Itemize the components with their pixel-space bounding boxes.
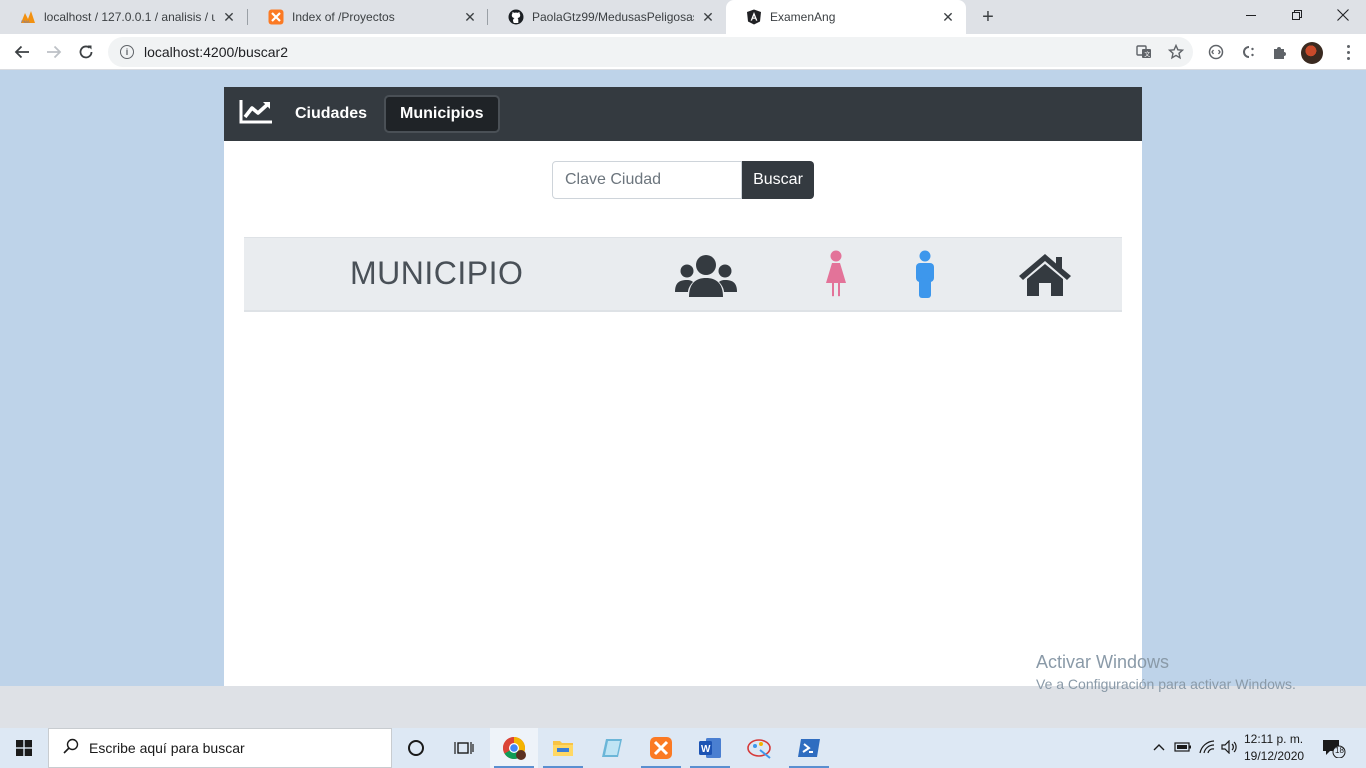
reload-button[interactable] <box>72 38 100 66</box>
male-icon <box>914 250 936 303</box>
xampp-icon <box>268 9 284 25</box>
github-icon <box>508 9 524 25</box>
word-icon[interactable]: W <box>686 728 734 768</box>
xampp-icon[interactable] <box>637 728 685 768</box>
windows-start-button[interactable] <box>0 728 48 768</box>
notification-count: 18 <box>1335 746 1344 755</box>
profile-avatar[interactable] <box>1301 42 1323 64</box>
notepad-icon[interactable] <box>588 728 636 768</box>
restore-icon <box>1292 10 1302 20</box>
back-button[interactable] <box>8 38 36 66</box>
arrow-left-icon <box>14 45 29 59</box>
close-icon[interactable]: ✕ <box>940 9 956 25</box>
activation-watermark-title: Activar Windows <box>1036 652 1170 672</box>
taskbar-search-placeholder: Escribe aquí para buscar <box>89 740 245 756</box>
female-icon <box>824 250 848 303</box>
chrome-icon[interactable] <box>490 728 538 768</box>
file-explorer-icon[interactable] <box>539 728 587 768</box>
close-icon[interactable]: ✕ <box>221 9 237 25</box>
system-clock[interactable]: 12:11 p. m. 19/12/2020 <box>1244 731 1314 765</box>
users-icon <box>675 252 737 303</box>
app-navbar: Ciudades Municipios <box>224 87 1142 141</box>
battery-icon[interactable] <box>1174 740 1192 757</box>
table-header-row: MUNICIPIO <box>244 237 1122 312</box>
svg-text:W: W <box>701 744 711 755</box>
arrow-right-icon <box>47 45 62 59</box>
angular-icon <box>746 9 762 25</box>
volume-icon[interactable] <box>1221 739 1239 757</box>
tab-title: ExamenAng <box>770 10 836 24</box>
address-text: localhost:4200/buscar2 <box>144 44 288 60</box>
activation-watermark-subtitle: Ve a Configuración para activar Windows. <box>1036 676 1296 692</box>
notification-center-button[interactable]: 18 <box>1322 738 1346 759</box>
browser-tab-strip: PMA localhost / 127.0.0.1 / analisis / u… <box>0 0 1366 34</box>
phpmyadmin-icon: PMA <box>20 9 36 25</box>
windows-taskbar: Escribe aquí para buscar W 12:11 p. m. 1… <box>0 728 1366 768</box>
search-button[interactable]: Buscar <box>742 161 814 199</box>
page-viewport: Ciudades Municipios Buscar MUNICIPIO <box>0 70 1366 692</box>
tab-github[interactable]: PaolaGtz99/MedusasPeligosas-Pl ✕ <box>488 0 726 34</box>
extension-icon[interactable] <box>1206 42 1226 62</box>
restore-button[interactable] <box>1274 0 1320 30</box>
minimize-icon <box>1246 15 1256 16</box>
address-bar[interactable]: i localhost:4200/buscar2 <box>108 37 1193 67</box>
css-extension-icon[interactable] <box>1238 42 1258 62</box>
task-view-icon[interactable] <box>440 728 488 768</box>
windows-logo-icon <box>16 740 32 756</box>
tab-title: PaolaGtz99/MedusasPeligosas-Pl <box>532 10 694 24</box>
tab-title: localhost / 127.0.0.1 / analisis / u <box>44 10 215 24</box>
cortana-icon[interactable] <box>392 728 440 768</box>
search-icon <box>63 738 79 759</box>
puzzle-icon[interactable] <box>1270 42 1290 62</box>
wifi-icon[interactable] <box>1199 740 1217 757</box>
close-icon[interactable]: ✕ <box>700 9 716 25</box>
clave-ciudad-input[interactable] <box>552 161 742 199</box>
nav-link-municipios[interactable]: Municipios <box>384 95 500 133</box>
home-icon <box>1017 252 1073 301</box>
column-header-municipio: MUNICIPIO <box>350 255 524 291</box>
svg-text:文: 文 <box>1144 51 1150 59</box>
nav-link-ciudades[interactable]: Ciudades <box>281 95 381 133</box>
browser-menu-icon[interactable] <box>1338 42 1358 62</box>
browser-toolbar: i localhost:4200/buscar2 文 <box>0 34 1366 70</box>
tab-phpmyadmin[interactable]: PMA localhost / 127.0.0.1 / analisis / u… <box>0 0 247 34</box>
close-icon <box>1337 9 1349 21</box>
bookmark-star-icon[interactable] <box>1166 42 1186 62</box>
app-container: Ciudades Municipios Buscar MUNICIPIO <box>224 87 1142 686</box>
clock-date: 19/12/2020 <box>1244 749 1305 763</box>
info-icon[interactable]: i <box>120 45 134 59</box>
tab-examenang[interactable]: ExamenAng ✕ <box>726 0 966 34</box>
chevron-up-icon[interactable] <box>1152 740 1166 757</box>
close-window-button[interactable] <box>1320 0 1366 30</box>
translate-icon[interactable]: 文 <box>1134 42 1154 62</box>
taskbar-search-box[interactable]: Escribe aquí para buscar <box>48 728 392 768</box>
tab-title: Index of /Proyectos <box>292 10 395 24</box>
search-form: Buscar <box>552 161 814 199</box>
minimize-button[interactable] <box>1228 0 1274 30</box>
forward-button[interactable] <box>40 38 68 66</box>
svg-text:PMA: PMA <box>21 19 30 24</box>
tab-index-proyectos[interactable]: Index of /Proyectos ✕ <box>248 0 488 34</box>
paint-icon[interactable] <box>735 728 783 768</box>
new-tab-button[interactable]: + <box>976 5 1000 29</box>
powershell-icon[interactable] <box>785 728 833 768</box>
close-icon[interactable]: ✕ <box>462 9 478 25</box>
clock-time: 12:11 p. m. <box>1244 732 1304 746</box>
chart-line-icon[interactable] <box>239 99 273 125</box>
reload-icon <box>79 45 93 59</box>
